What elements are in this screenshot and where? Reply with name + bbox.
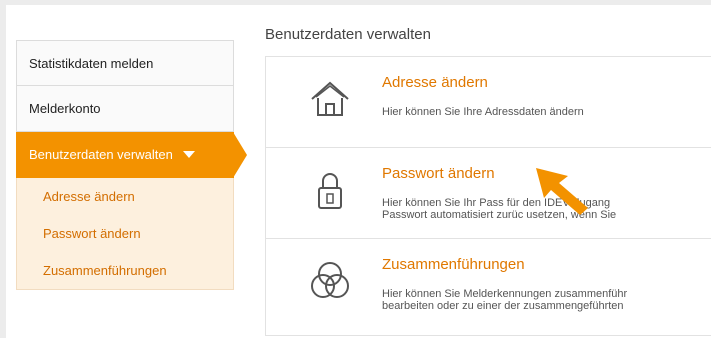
subnav: Adresse ändern Passwort ändern Zusammenf… xyxy=(16,178,234,290)
sidebar-item-statistikdaten[interactable]: Statistikdaten melden xyxy=(16,40,234,86)
card-desc-line: Hier können Sie Ihre Adressdaten ändern xyxy=(382,106,584,118)
card-desc-line: bearbeiten oder zu einer der zusammengef… xyxy=(382,300,624,312)
subnav-item-label: Adresse ändern xyxy=(43,189,135,204)
sidebar-item-label: Statistikdaten melden xyxy=(29,55,154,71)
house-icon xyxy=(311,81,349,116)
padlock-icon xyxy=(318,173,342,209)
sidebar-item-label: Benutzerdaten verwalten xyxy=(29,147,173,162)
sidebar: Statistikdaten melden Melderkonto Benutz… xyxy=(16,40,247,290)
subnav-item-label: Zusammenführungen xyxy=(43,263,167,278)
card-title-zusammenfuehrungen[interactable]: Zusammenführungen xyxy=(382,256,525,273)
card-desc-adresse: Hier können Sie Ihre Adressdaten ändern xyxy=(382,106,711,118)
subnav-item-adresse[interactable]: Adresse ändern xyxy=(17,178,233,215)
circles-icon xyxy=(311,262,349,298)
card-desc-line: Hier können Sie Melderkennungen zusammen… xyxy=(382,288,628,300)
sidebar-item-label: Melderkonto xyxy=(29,101,101,116)
subnav-item-label: Passwort ändern xyxy=(43,226,141,241)
card-passwort: Passwort ändern Hier können Sie Ihr Pass… xyxy=(266,148,711,239)
card-title-adresse[interactable]: Adresse ändern xyxy=(382,74,488,91)
chevron-down-icon xyxy=(182,151,195,158)
page-title: Benutzerdaten verwalten xyxy=(265,26,431,43)
card-zusammenfuehrungen: Zusammenführungen Hier können Sie Melder… xyxy=(266,239,711,335)
subnav-item-passwort[interactable]: Passwort ändern xyxy=(17,215,233,252)
card-title-passwort[interactable]: Passwort ändern xyxy=(382,165,495,182)
card-desc-zusammenfuehrungen: Hier können Sie Melderkennungen zusammen… xyxy=(382,288,711,312)
subnav-item-zusammenfuehrungen[interactable]: Zusammenführungen xyxy=(17,252,233,289)
card-list: Adresse ändern Hier können Sie Ihre Adre… xyxy=(265,56,711,336)
pointer-arrow-icon xyxy=(536,168,588,215)
sidebar-item-melderkonto[interactable]: Melderkonto xyxy=(16,86,234,132)
sidebar-item-benutzerdaten[interactable]: Benutzerdaten verwalten xyxy=(16,132,247,178)
card-adresse: Adresse ändern Hier können Sie Ihre Adre… xyxy=(266,57,711,148)
